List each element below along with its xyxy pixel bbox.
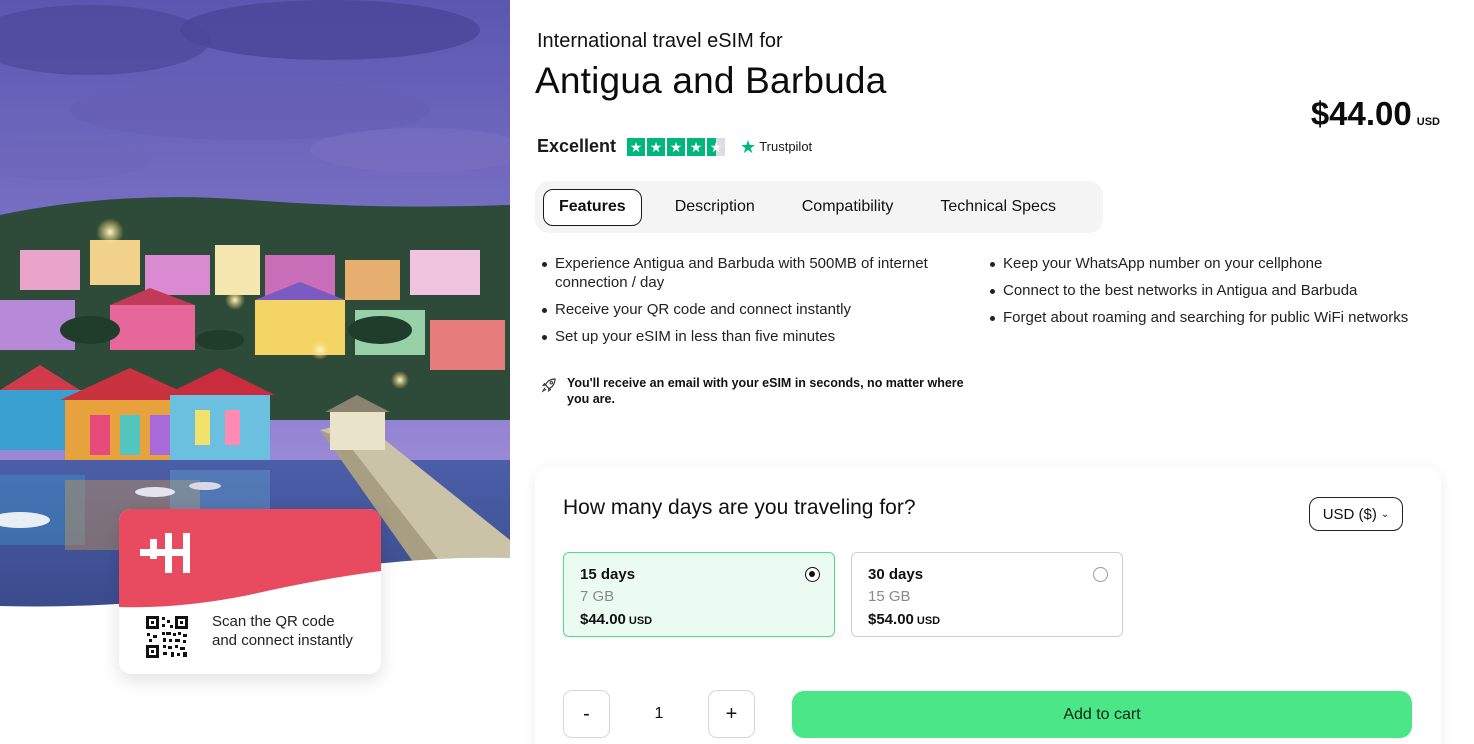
currency-selector[interactable]: USD ($) ⌄ [1309, 497, 1403, 531]
radio-selected-icon[interactable] [805, 567, 820, 582]
quantity-decrease-button[interactable]: - [563, 690, 610, 738]
feature-item: Keep your WhatsApp number on your cellph… [990, 254, 1410, 273]
feature-list: Experience Antigua and Barbuda with 500M… [542, 254, 1442, 354]
plan-price-currency: USD [628, 615, 653, 627]
email-note-text: You'll receive an email with your eSIM i… [567, 376, 964, 406]
rating-label: Excellent [537, 136, 617, 156]
plan-price: $54.00 USD [868, 611, 940, 628]
tab-description[interactable]: Description [659, 189, 771, 226]
quantity-value[interactable]: 1 [621, 690, 697, 738]
add-to-cart-button[interactable]: Add to cart [792, 691, 1412, 738]
plan-price: $44.00 USD [580, 611, 652, 628]
price-amount: $44.00 [1310, 95, 1412, 132]
feature-item: Experience Antigua and Barbuda with 500M… [542, 254, 962, 292]
plan-data: 7 GB [580, 588, 615, 605]
page-title: Antigua and Barbuda [535, 60, 887, 101]
scan-qr-text: Scan the QR code and connect instantly [212, 613, 353, 649]
plan-price-currency: USD [916, 615, 941, 627]
quantity-increase-button[interactable]: + [708, 690, 755, 738]
feature-item: Set up your eSIM in less than five minut… [542, 327, 962, 346]
feature-column-left: Experience Antigua and Barbuda with 500M… [542, 254, 962, 354]
plan-option-15-days[interactable]: 15 days 7 GB $44.00 USD [563, 552, 835, 637]
star-icon: ★ [687, 137, 706, 156]
trustpilot-logo: ★ Trustpilot [740, 138, 812, 156]
product-tabs: Features Description Compatibility Techn… [535, 181, 1103, 233]
feature-column-right: Keep your WhatsApp number on your cellph… [990, 254, 1410, 354]
currency-selector-label: USD ($) [1322, 505, 1377, 523]
star-icon: ★ [647, 137, 666, 156]
price-currency: USD [1416, 116, 1440, 128]
tab-features[interactable]: Features [543, 188, 642, 226]
days-question: How many days are you traveling for? [563, 496, 916, 519]
hero-image: Scan the QR code and connect instantly [0, 0, 510, 744]
trustpilot-rating[interactable]: Excellent ★ ★ ★ ★ ★ ★ Trustpilot [537, 136, 812, 157]
plan-days: 15 days [580, 566, 636, 583]
plan-data: 15 GB [868, 588, 911, 605]
half-star-icon: ★ [707, 137, 726, 156]
qr-code-icon [145, 615, 189, 659]
rocket-icon [541, 378, 556, 393]
trustpilot-wordmark: Trustpilot [759, 139, 813, 154]
feature-item: Receive your QR code and connect instant… [542, 300, 962, 319]
product-price: $44.00 USD [1311, 95, 1440, 133]
star-icon: ★ [667, 137, 686, 156]
tab-compatibility[interactable]: Compatibility [786, 189, 910, 226]
product-subtitle: International travel eSIM for [537, 30, 783, 52]
radio-unselected-icon[interactable] [1093, 567, 1108, 582]
product-page: Scan the QR code and connect instantly I… [0, 0, 1474, 744]
tab-technical-specs[interactable]: Technical Specs [924, 189, 1072, 226]
email-delivery-note: You'll receive an email with your eSIM i… [541, 375, 971, 407]
scan-qr-card: Scan the QR code and connect instantly [119, 509, 381, 674]
plan-price-amount: $54.00 [868, 611, 914, 628]
purchase-panel: How many days are you traveling for? USD… [535, 467, 1441, 744]
chevron-down-icon: ⌄ [1380, 509, 1390, 520]
trustpilot-star-icon: ★ [740, 136, 757, 157]
plan-days: 30 days [868, 566, 924, 583]
feature-item: Forget about roaming and searching for p… [990, 308, 1410, 327]
feature-item: Connect to the best networks in Antigua … [990, 281, 1410, 300]
rating-stars: ★ ★ ★ ★ ★ [627, 137, 726, 156]
plan-price-amount: $44.00 [580, 611, 626, 628]
plan-option-30-days[interactable]: 30 days 15 GB $54.00 USD [851, 552, 1123, 637]
holafly-logo-icon [140, 533, 190, 573]
star-icon: ★ [627, 137, 646, 156]
